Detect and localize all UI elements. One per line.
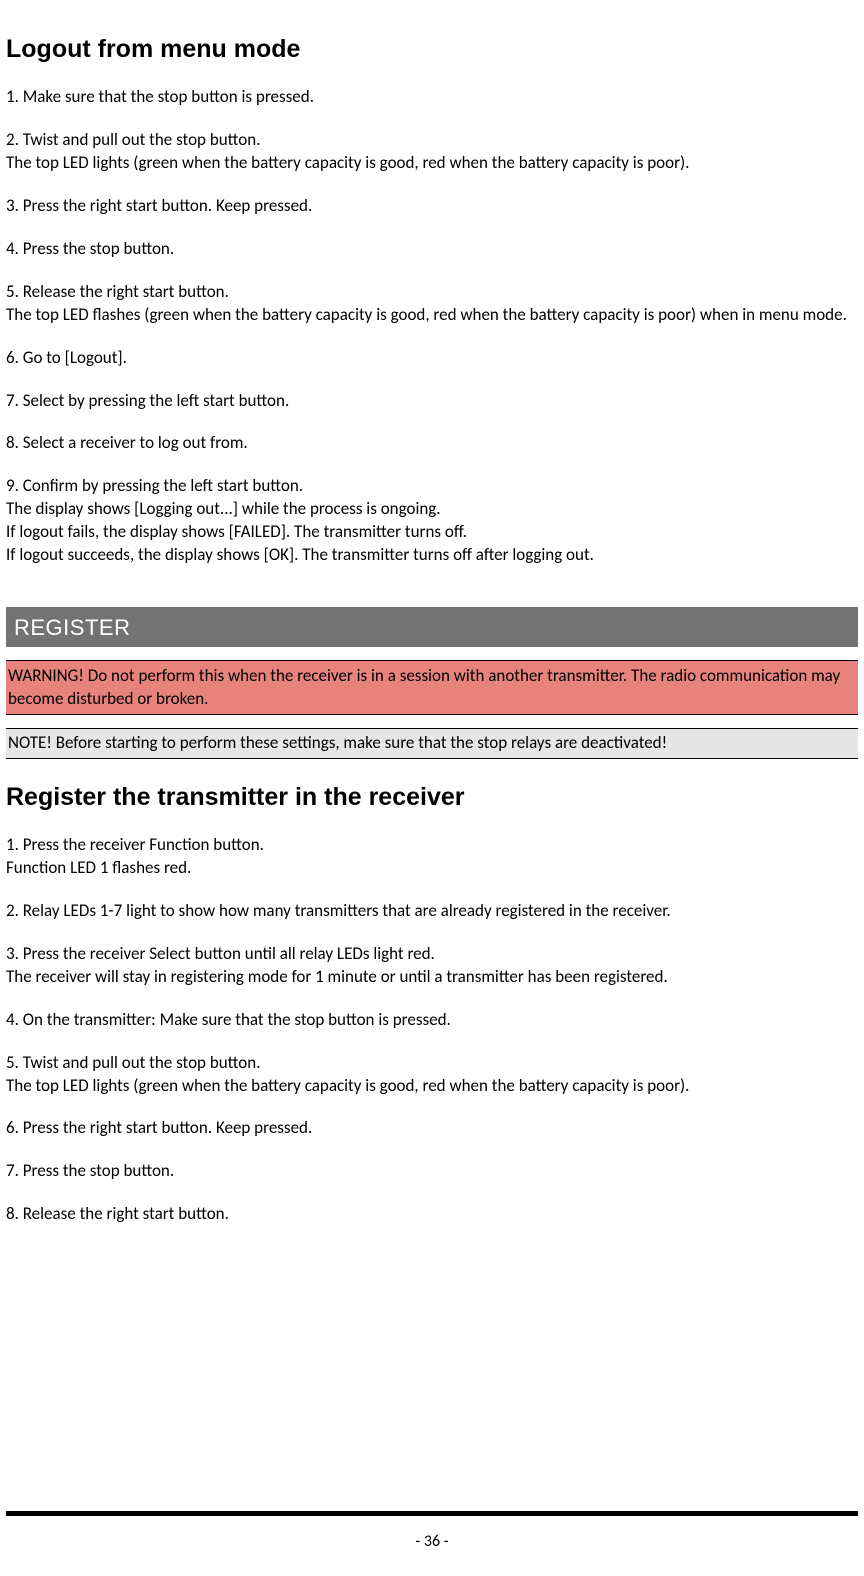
text-line: 9. Confirm by pressing the left start bu… (6, 475, 858, 498)
text-line: The receiver will stay in registering mo… (6, 966, 858, 989)
text-line: 5. Release the right start button. (6, 281, 858, 304)
paragraph: 6. Press the right start button. Keep pr… (6, 1117, 858, 1140)
text-line: 6. Go to [Logout]. (6, 347, 858, 370)
paragraph: 6. Go to [Logout]. (6, 347, 858, 370)
text-line: The top LED lights (green when the batte… (6, 152, 858, 175)
text-line: 7. Press the stop button. (6, 1160, 858, 1183)
paragraph: 1. Press the receiver Function button.Fu… (6, 834, 858, 880)
text-line: 5. Twist and pull out the stop button. (6, 1052, 858, 1075)
text-line: 3. Press the right start button. Keep pr… (6, 195, 858, 218)
text-line: 7. Select by pressing the left start but… (6, 390, 858, 413)
footer-rule (6, 1511, 858, 1516)
text-line: 8. Release the right start button. (6, 1203, 858, 1226)
text-line: The top LED flashes (green when the batt… (6, 304, 858, 327)
note-box: NOTE! Before starting to perform these s… (6, 728, 858, 759)
heading-register: Register the transmitter in the receiver (6, 783, 858, 812)
paragraph: 8. Release the right start button. (6, 1203, 858, 1226)
paragraph: 5. Release the right start button.The to… (6, 281, 858, 327)
text-line: 2. Twist and pull out the stop button. (6, 129, 858, 152)
paragraph: 2. Relay LEDs 1-7 light to show how many… (6, 900, 858, 923)
text-line: 2. Relay LEDs 1-7 light to show how many… (6, 900, 858, 923)
text-line: 1. Make sure that the stop button is pre… (6, 86, 858, 109)
paragraph: 2. Twist and pull out the stop button.Th… (6, 129, 858, 175)
text-line: If logout fails, the display shows [FAIL… (6, 521, 858, 544)
paragraph: 4. On the transmitter: Make sure that th… (6, 1009, 858, 1032)
text-line: 3. Press the receiver Select button unti… (6, 943, 858, 966)
text-line: 6. Press the right start button. Keep pr… (6, 1117, 858, 1140)
text-line: If logout succeeds, the display shows [O… (6, 544, 858, 567)
warning-box: WARNING! Do not perform this when the re… (6, 660, 858, 715)
text-line: The display shows [Logging out...] while… (6, 498, 858, 521)
paragraph: 5. Twist and pull out the stop button.Th… (6, 1052, 858, 1098)
paragraph: 9. Confirm by pressing the left start bu… (6, 475, 858, 567)
paragraph: 7. Select by pressing the left start but… (6, 390, 858, 413)
section-logout-body: 1. Make sure that the stop button is pre… (6, 86, 858, 567)
section-register-body: 1. Press the receiver Function button.Fu… (6, 834, 858, 1226)
text-line: 4. Press the stop button. (6, 238, 858, 261)
text-line: Function LED 1 flashes red. (6, 857, 858, 880)
paragraph: 7. Press the stop button. (6, 1160, 858, 1183)
paragraph: 8. Select a receiver to log out from. (6, 432, 858, 455)
heading-logout: Logout from menu mode (6, 35, 858, 64)
paragraph: 3. Press the receiver Select button unti… (6, 943, 858, 989)
text-line: 4. On the transmitter: Make sure that th… (6, 1009, 858, 1032)
page-number: - 36 - (0, 1532, 864, 1551)
text-line: The top LED lights (green when the batte… (6, 1075, 858, 1098)
page-content: Logout from menu mode 1. Make sure that … (0, 0, 864, 1226)
paragraph: 3. Press the right start button. Keep pr… (6, 195, 858, 218)
text-line: 1. Press the receiver Function button. (6, 834, 858, 857)
paragraph: 1. Make sure that the stop button is pre… (6, 86, 858, 109)
paragraph: 4. Press the stop button. (6, 238, 858, 261)
text-line: 8. Select a receiver to log out from. (6, 432, 858, 455)
section-header-register: REGISTER (6, 607, 858, 647)
